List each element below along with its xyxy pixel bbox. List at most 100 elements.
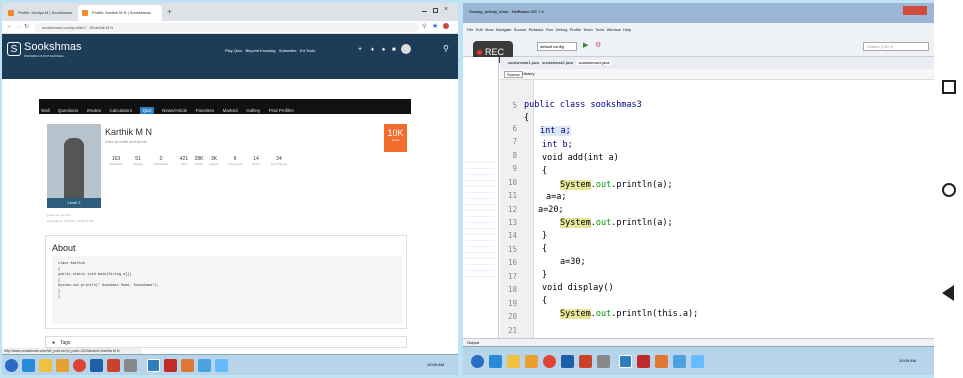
file-tab-3-active[interactable]: sookshmas3.java xyxy=(576,60,612,65)
reload-icon[interactable]: ↻ xyxy=(24,23,29,30)
nav-calculators[interactable]: Calculators xyxy=(109,108,132,113)
media-icon[interactable] xyxy=(56,359,69,372)
menu-run[interactable]: Run xyxy=(546,27,553,32)
notification-icon[interactable]: ♦ xyxy=(371,47,374,53)
debug-icon[interactable]: ⚙ xyxy=(595,41,601,49)
nav-quiz[interactable]: Quiz xyxy=(140,107,154,114)
play-quiz-link[interactable]: Play Quiz xyxy=(225,48,242,53)
menu-window[interactable]: Window xyxy=(607,27,621,32)
menu-source[interactable]: Source xyxy=(514,27,527,32)
nav-favorites[interactable]: Favorites xyxy=(196,108,215,113)
sookshmas-logo-icon[interactable]: S xyxy=(7,42,21,56)
nav-enotes[interactable]: eNotes xyxy=(87,108,101,113)
pdf-icon[interactable] xyxy=(637,355,650,368)
stat-copies[interactable]: 3K Copies xyxy=(205,156,223,166)
back-icon[interactable]: ← xyxy=(6,23,13,30)
output-panel-tab[interactable]: Output xyxy=(463,338,934,346)
menu-profile[interactable]: Profile xyxy=(570,27,581,32)
add-icon[interactable]: + xyxy=(358,46,362,53)
paint-icon[interactable] xyxy=(655,355,668,368)
search-icon[interactable]: ⚲ xyxy=(443,44,449,53)
nav-find-profiles[interactable]: Find Profiles xyxy=(269,108,294,113)
netbeans-icon[interactable] xyxy=(619,355,632,368)
menu-icon[interactable]: ■ xyxy=(392,47,396,53)
menu-debug[interactable]: Debug xyxy=(556,27,568,32)
nav-wall[interactable]: Wall xyxy=(41,108,50,113)
app-icon[interactable] xyxy=(597,355,610,368)
stat-comments[interactable]: 9 Comments xyxy=(223,156,247,166)
stat-calculators[interactable]: 0 Calculators xyxy=(151,156,171,166)
bookmark-star-icon[interactable]: ★ xyxy=(432,22,438,30)
recent-apps-icon[interactable] xyxy=(942,80,956,94)
url-input[interactable]: sookshmas.com/profile/?...&Karthik M N xyxy=(34,23,419,32)
back-icon[interactable] xyxy=(942,285,954,301)
app-icon[interactable] xyxy=(124,359,137,372)
browser-tab-1[interactable]: Profile: Kindya M | Sookshmas xyxy=(4,5,76,21)
menu-file[interactable]: File xyxy=(467,27,473,32)
start-button-icon[interactable] xyxy=(471,355,484,368)
run-icon[interactable]: ▶ xyxy=(583,41,588,49)
nav-marked[interactable]: Marked xyxy=(223,108,238,113)
ide-search-input[interactable]: Search (Ctrl+I) xyxy=(863,42,929,51)
netbeans-icon[interactable] xyxy=(147,359,160,372)
history-tab[interactable]: History xyxy=(522,71,534,76)
skype-icon[interactable] xyxy=(198,359,211,372)
menu-team[interactable]: Team xyxy=(583,27,593,32)
zoom-icon[interactable]: ⚲ xyxy=(422,23,426,30)
maximize-icon[interactable] xyxy=(433,8,438,13)
profile-avatar[interactable] xyxy=(443,23,449,29)
stat-questions[interactable]: 163 Questions xyxy=(107,156,125,166)
window-controls[interactable]: × xyxy=(422,6,452,15)
beyond-knowing-link[interactable]: Beyond Knowing xyxy=(245,48,275,53)
stat-posts[interactable]: 14 Posts xyxy=(247,156,265,166)
stat-enotes[interactable]: 51 eNotes xyxy=(129,156,147,166)
file-tab-1[interactable]: sookshmas1.java xyxy=(508,60,539,65)
menu-navigate[interactable]: Navigate xyxy=(496,27,512,32)
forward-icon[interactable]: → xyxy=(15,23,22,30)
chrome-icon[interactable] xyxy=(543,355,556,368)
explorer-icon[interactable] xyxy=(507,355,520,368)
nav-questions[interactable]: Questions xyxy=(58,108,78,113)
start-button-icon[interactable] xyxy=(5,359,18,372)
config-select[interactable]: default config xyxy=(537,42,577,51)
subscribe-link[interactable]: Subscribe xyxy=(279,48,297,53)
ie-icon[interactable] xyxy=(22,359,35,372)
powerpoint-icon[interactable] xyxy=(107,359,120,372)
menu-view[interactable]: View xyxy=(485,27,494,32)
file-tab-2[interactable]: sookshmas2.java xyxy=(542,60,573,65)
word-icon[interactable] xyxy=(561,355,574,368)
project-file-list[interactable] xyxy=(465,157,495,277)
menu-edit[interactable]: Edit xyxy=(476,27,483,32)
word-icon[interactable] xyxy=(90,359,103,372)
ide-close-button[interactable] xyxy=(903,6,927,15)
chrome-icon[interactable] xyxy=(73,359,86,372)
menu-refactor[interactable]: Refactor xyxy=(529,27,544,32)
close-icon[interactable]: × xyxy=(444,6,448,13)
project-tree[interactable] xyxy=(463,57,499,338)
powerpoint-icon[interactable] xyxy=(579,355,592,368)
source-tab[interactable]: Source xyxy=(504,71,523,78)
stat-quiz-played[interactable]: 24 Quiz Played xyxy=(267,156,291,166)
zoom-app-icon[interactable] xyxy=(691,355,704,368)
user-avatar[interactable] xyxy=(401,44,411,54)
ide-taskbar-clock[interactable]: 10:09 AM xyxy=(899,358,916,363)
paint-icon[interactable] xyxy=(181,359,194,372)
minimize-icon[interactable] xyxy=(422,11,427,12)
site-name[interactable]: Sookshmas xyxy=(24,41,81,53)
browser-tab-2[interactable]: Profile: Karthik M N | Sookshmas xyxy=(78,5,162,21)
ie-icon[interactable] xyxy=(489,355,502,368)
pdf-icon[interactable] xyxy=(164,359,177,372)
taskbar-clock[interactable]: 10:09 AM xyxy=(427,362,444,367)
ed-tools-link[interactable]: Ed Tools xyxy=(300,48,315,53)
new-tab-button[interactable]: + xyxy=(167,7,172,16)
code-editor[interactable]: public class sookshmas3 { int a; int b; … xyxy=(524,80,934,338)
media-icon[interactable] xyxy=(525,355,538,368)
menu-tools[interactable]: Tools xyxy=(595,27,604,32)
home-icon[interactable] xyxy=(942,183,956,197)
bell-icon[interactable]: ♠ xyxy=(382,47,385,53)
nav-gallery[interactable]: Gallery xyxy=(246,108,260,113)
zoom-app-icon[interactable] xyxy=(215,359,228,372)
menu-help[interactable]: Help xyxy=(623,27,631,32)
nav-news-article[interactable]: News/Article xyxy=(162,108,187,113)
explorer-icon[interactable] xyxy=(39,359,52,372)
